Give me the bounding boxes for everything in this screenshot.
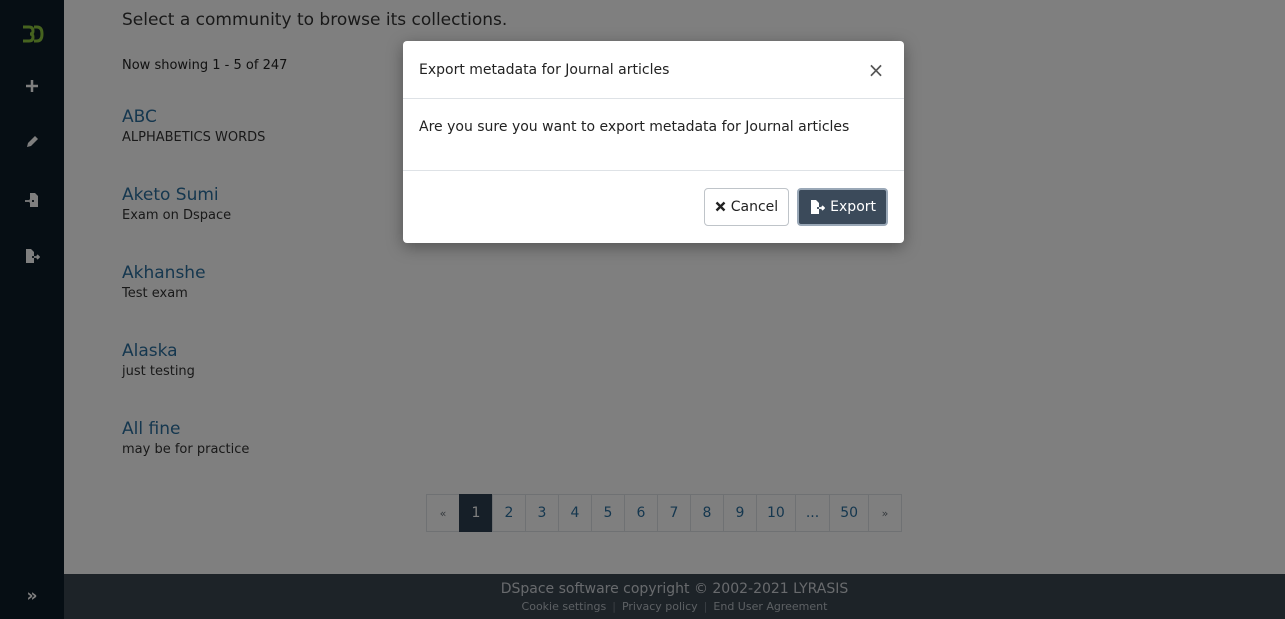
modal-footer: Cancel Export <box>403 171 904 242</box>
export-metadata-dialog: Export metadata for Journal articles × A… <box>403 41 904 243</box>
cancel-label: Cancel <box>730 198 779 215</box>
modal-header: Export metadata for Journal articles × <box>403 41 904 99</box>
times-icon <box>715 201 726 212</box>
export-button[interactable]: Export <box>797 187 888 226</box>
file-export-icon <box>809 199 826 215</box>
cancel-button[interactable]: Cancel <box>703 187 790 226</box>
modal-message: Are you sure you want to export metadata… <box>403 99 904 171</box>
modal-title: Export metadata for Journal articles <box>419 61 670 78</box>
export-label: Export <box>830 198 876 215</box>
close-icon[interactable]: × <box>864 58 888 82</box>
